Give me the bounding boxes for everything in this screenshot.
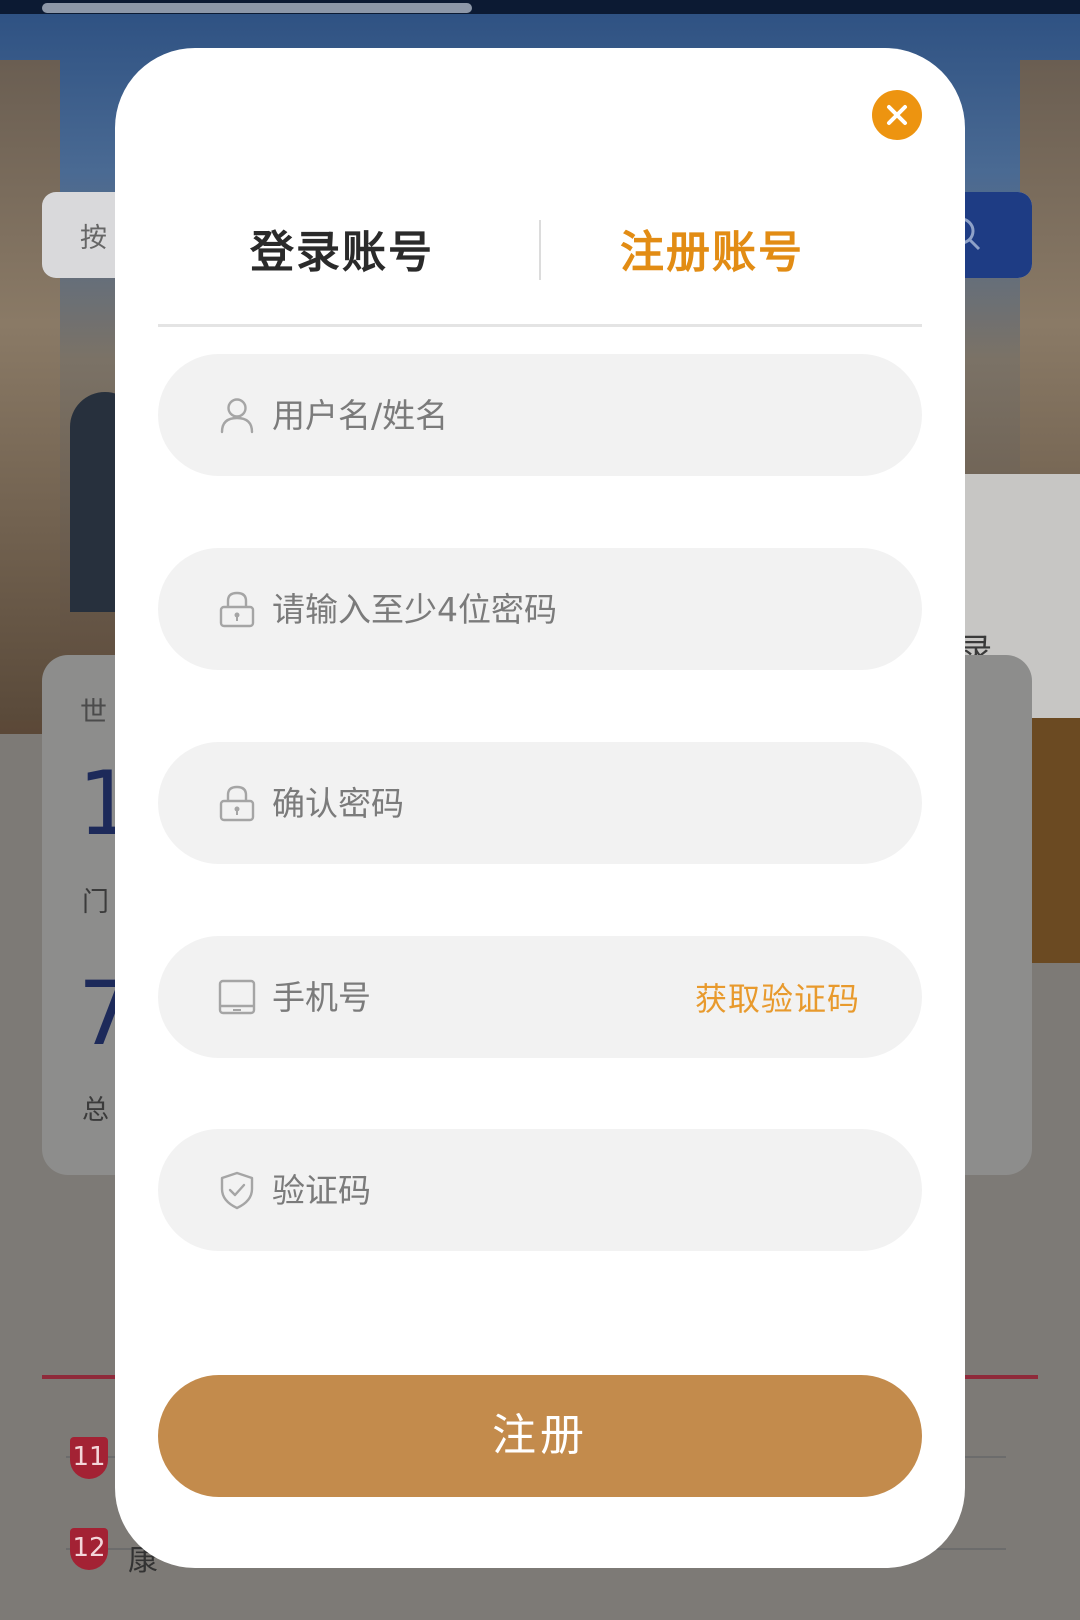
password-input[interactable] bbox=[272, 578, 672, 640]
user-icon bbox=[220, 398, 254, 434]
tab-register[interactable]: 注册账号 bbox=[620, 216, 804, 280]
tab-login[interactable]: 登录账号 bbox=[250, 216, 434, 280]
background-stat-label: 总 bbox=[82, 1095, 109, 1126]
top-progress-pill bbox=[42, 3, 472, 13]
account-tabs: 登录账号 注册账号 bbox=[158, 166, 922, 328]
register-modal: 登录账号 注册账号 用户名/姓名 手机号 获取验证码 验证码 注册 bbox=[115, 48, 965, 1568]
shield-check-icon bbox=[220, 1171, 254, 1210]
rank-badge: 12 bbox=[70, 1528, 108, 1570]
username-input[interactable] bbox=[272, 384, 672, 446]
phone-input[interactable] bbox=[272, 966, 602, 1028]
hero-tower-left bbox=[0, 60, 60, 720]
close-icon bbox=[887, 105, 907, 125]
background-search-placeholder: 按 bbox=[80, 223, 107, 254]
register-button[interactable]: 注册 bbox=[158, 1375, 922, 1497]
close-button[interactable] bbox=[872, 90, 922, 140]
tab-divider bbox=[539, 220, 541, 280]
confirm-password-field[interactable] bbox=[158, 742, 922, 864]
verification-code-input[interactable] bbox=[272, 1159, 672, 1221]
background-stat-label: 门 bbox=[82, 887, 109, 918]
phone-field[interactable]: 获取验证码 bbox=[158, 936, 922, 1058]
lock-icon bbox=[219, 785, 255, 822]
password-field[interactable] bbox=[158, 548, 922, 670]
username-field[interactable] bbox=[158, 354, 922, 476]
background-stats-label: 世 bbox=[80, 697, 107, 728]
lock-icon bbox=[219, 591, 255, 628]
tabs-underline bbox=[158, 324, 922, 327]
rank-badge: 11 bbox=[70, 1437, 108, 1479]
phone-icon bbox=[218, 979, 256, 1015]
get-verification-code-button[interactable]: 获取验证码 bbox=[695, 974, 860, 1020]
verification-code-field[interactable] bbox=[158, 1129, 922, 1251]
confirm-password-input[interactable] bbox=[272, 772, 672, 834]
